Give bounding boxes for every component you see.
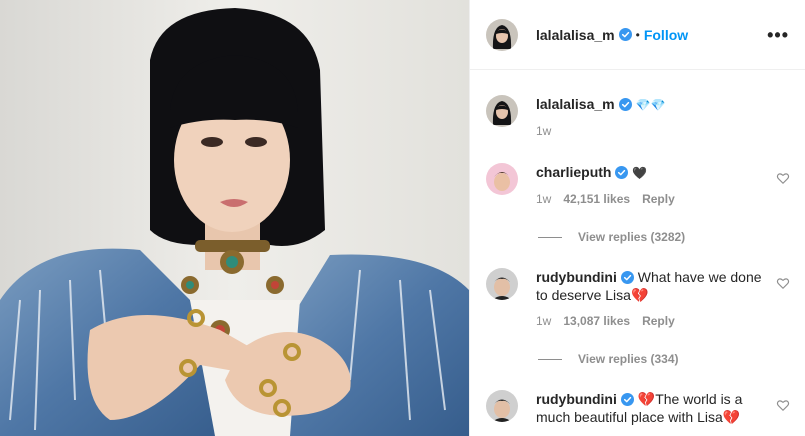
commenter-avatar[interactable]	[486, 390, 518, 422]
comment-time[interactable]: 1w	[536, 192, 551, 206]
post-caption: lalalalisa_m 💎💎 1w	[486, 95, 790, 138]
comment-username[interactable]: charlieputh	[536, 164, 611, 180]
commenter-avatar-image	[486, 268, 518, 300]
heart-icon[interactable]	[776, 398, 790, 412]
post-photo-illustration	[0, 0, 469, 436]
view-replies-label: View replies (334)	[578, 352, 679, 366]
heart-icon[interactable]	[776, 276, 790, 290]
caption-text: lalalalisa_m 💎💎	[536, 95, 764, 114]
heart-icon[interactable]	[776, 171, 790, 185]
more-options-icon[interactable]: •••	[767, 26, 789, 44]
view-replies-label: View replies (3282)	[578, 230, 686, 244]
follow-button[interactable]: Follow	[644, 27, 688, 43]
comment-item: rudybundini What have we done to deserve…	[486, 268, 790, 328]
post-sidebar: lalalalisa_m • Follow ••• lalalalisa_m 💎…	[469, 0, 805, 436]
comment-meta: 1w 42,151 likes Reply	[536, 192, 764, 206]
caption-time[interactable]: 1w	[536, 124, 551, 138]
heart-outline-icon	[776, 400, 790, 411]
comment-likes[interactable]: 42,151 likes	[563, 192, 630, 206]
verified-badge-icon	[618, 98, 632, 111]
author-avatar-image	[486, 18, 518, 51]
comment-meta: 1w 13,087 likes Reply	[536, 314, 764, 328]
comment-username[interactable]: rudybundini	[536, 269, 617, 285]
header-separator: •	[635, 27, 640, 42]
verified-badge-icon	[615, 166, 629, 179]
caption-avatar[interactable]	[486, 95, 518, 127]
comment-item: rudybundini 💔The world is a much beautif…	[486, 390, 790, 426]
replies-divider-line	[538, 236, 562, 238]
caption-content: 💎💎	[635, 98, 666, 112]
commenter-avatar-image	[486, 163, 518, 195]
author-username[interactable]: lalalalisa_m	[536, 27, 615, 43]
caption-body: lalalalisa_m 💎💎 1w	[536, 95, 790, 138]
post-photo[interactable]	[0, 0, 469, 436]
comment-text: rudybundini 💔The world is a much beautif…	[536, 390, 764, 426]
reply-button[interactable]: Reply	[642, 192, 675, 206]
comment-time[interactable]: 1w	[536, 314, 551, 328]
verified-badge-icon	[618, 28, 632, 41]
reply-button[interactable]: Reply	[642, 314, 675, 328]
verified-badge-icon	[620, 271, 634, 284]
caption-meta: 1w	[536, 124, 764, 138]
replies-divider-line	[538, 358, 562, 360]
comment-body: charlieputh 🖤 1w 42,151 likes Reply	[536, 163, 790, 206]
comment-username[interactable]: rudybundini	[536, 391, 617, 407]
comment-content: 🖤	[632, 166, 648, 180]
view-replies-button[interactable]: View replies (334)	[538, 352, 679, 366]
caption-username[interactable]: lalalalisa_m	[536, 96, 615, 112]
commenter-avatar[interactable]	[486, 163, 518, 195]
commenter-avatar-image	[486, 390, 518, 422]
heart-outline-icon	[776, 173, 790, 184]
comment-text: rudybundini What have we done to deserve…	[536, 268, 764, 304]
comment-item: charlieputh 🖤 1w 42,151 likes Reply	[486, 163, 790, 206]
verified-badge-icon	[620, 393, 634, 406]
caption-avatar-image	[486, 95, 518, 127]
comment-text: charlieputh 🖤	[536, 163, 764, 182]
view-replies-button[interactable]: View replies (3282)	[538, 230, 685, 244]
comment-likes[interactable]: 13,087 likes	[563, 314, 630, 328]
heart-outline-icon	[776, 278, 790, 289]
instagram-post: lalalalisa_m • Follow ••• lalalalisa_m 💎…	[0, 0, 805, 436]
commenter-avatar[interactable]	[486, 268, 518, 300]
comment-body: rudybundini 💔The world is a much beautif…	[536, 390, 790, 426]
comment-body: rudybundini What have we done to deserve…	[536, 268, 790, 328]
post-header: lalalalisa_m • Follow •••	[470, 0, 805, 70]
author-avatar[interactable]	[486, 18, 518, 51]
